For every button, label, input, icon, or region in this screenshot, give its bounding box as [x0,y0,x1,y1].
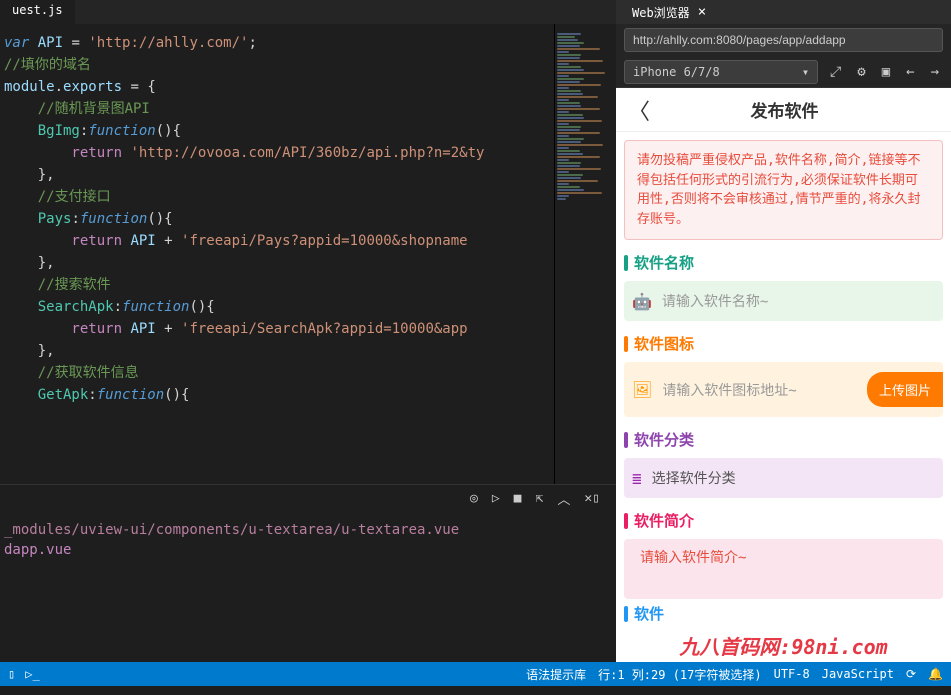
debug-toolbar: ◎ ▷ ■ ⇱ ︿ ✕▯ [0,484,616,512]
list-icon: ≣ [632,469,642,488]
expand-icon[interactable]: ⤢ [826,62,845,82]
status-bar: ▯ ▷_ 语法提示库 行:1 列:29 (17字符被选择) UTF-8 Java… [0,662,951,686]
encoding[interactable]: UTF-8 [774,667,810,681]
url-bar [616,24,951,56]
chevron-down-icon: ▾ [802,65,809,79]
software-icon-input[interactable]: 🖼 请输入软件图标地址~ 上传图片 [624,362,943,417]
target-icon[interactable]: ◎ [470,491,478,506]
software-name-input[interactable]: 🤖 请输入软件名称~ [624,281,943,321]
section-label: 软件 [634,603,664,624]
gear-icon[interactable]: ⚙ [853,62,869,82]
browser-pane: Web浏览器 × iPhone 6/7/8 ▾ ⤢ ⚙ ▣ ← → 〈 发布软件… [616,0,951,662]
screenshot-icon[interactable]: ▣ [878,62,894,82]
nav-forward-icon[interactable]: → [927,62,943,82]
section-label: 软件简介 [634,510,694,531]
cursor-position[interactable]: 行:1 列:29 (17字符被选择) [598,666,761,683]
section-next: 软件 [624,603,943,624]
section-bar-icon [624,336,628,352]
android-icon: 🤖 [632,292,652,311]
console-output[interactable]: _modules/uview-ui/components/u-textarea/… [0,512,616,662]
mobile-preview: 〈 发布软件 请勿投稿严重侵权产品,软件名称,简介,链接等不得包括任何形式的引流… [616,88,951,662]
section-software-icon: 软件图标 🖼 请输入软件图标地址~ 上传图片 [624,333,943,417]
editor-tab-bar: uest.js [0,0,616,24]
upload-button[interactable]: 上传图片 [867,372,943,407]
warning-notice: 请勿投稿严重侵权产品,软件名称,简介,链接等不得包括任何形式的引流行为,必须保证… [624,140,943,240]
terminal-icon[interactable]: ▷_ [25,667,39,681]
bell-icon[interactable]: 🔔 [928,667,943,681]
software-category-select[interactable]: ≣ 选择软件分类 [624,458,943,498]
page-title: 发布软件 [650,97,919,122]
section-label: 软件图标 [634,333,694,354]
url-input[interactable] [624,28,943,52]
device-toolbar: iPhone 6/7/8 ▾ ⤢ ⚙ ▣ ← → [616,56,951,88]
mobile-header: 〈 发布软件 [616,88,951,132]
section-software-brief: 软件简介 请输入软件简介~ [624,510,943,599]
watermark: 九八首码网:98ni.com [616,631,951,660]
editor-tab[interactable]: uest.js [0,0,75,24]
run-icon[interactable]: ▷ [492,491,500,506]
section-software-category: 软件分类 ≣ 选择软件分类 [624,429,943,498]
language-mode[interactable]: JavaScript [822,667,894,681]
section-bar-icon [624,255,628,271]
section-label: 软件分类 [634,429,694,450]
export-icon[interactable]: ⇱ [536,491,544,506]
close-icon[interactable]: × [698,4,706,20]
browser-tab-bar: Web浏览器 × [616,0,951,24]
sync-icon[interactable]: ⟳ [906,667,916,681]
code-editor[interactable]: var API = 'http://ahlly.com/'; //填你的域名 m… [0,24,616,484]
clear-icon[interactable]: ✕▯ [584,491,600,506]
image-icon: 🖼 [632,380,652,399]
device-selector[interactable]: iPhone 6/7/8 ▾ [624,60,818,84]
collapse-icon[interactable]: ︿ [557,489,570,508]
status-icon[interactable]: ▯ [8,667,15,681]
console-line: dapp.vue [4,540,612,560]
section-bar-icon [624,606,628,622]
console-line: _modules/uview-ui/components/u-textarea/… [4,520,612,540]
browser-tab[interactable]: Web浏览器 × [624,0,714,25]
software-brief-textarea[interactable]: 请输入软件简介~ [624,539,943,599]
stop-icon[interactable]: ■ [514,491,522,506]
section-label: 软件名称 [634,252,694,273]
section-bar-icon [624,432,628,448]
section-bar-icon [624,513,628,529]
editor-pane: uest.js var API = 'http://ahlly.com/'; /… [0,0,616,662]
section-software-name: 软件名称 🤖 请输入软件名称~ [624,252,943,321]
nav-back-icon[interactable]: ← [902,62,918,82]
minimap[interactable] [554,24,616,484]
back-icon[interactable]: 〈 [628,94,650,126]
syntax-hint[interactable]: 语法提示库 [526,666,586,683]
